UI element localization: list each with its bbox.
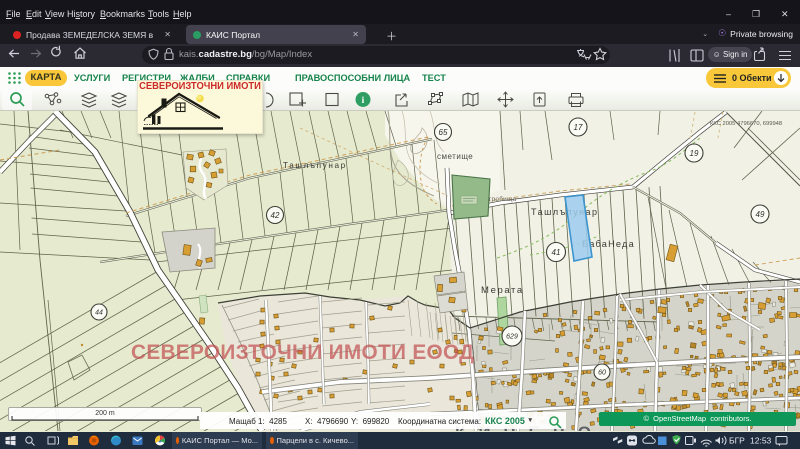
svg-text:629: 629 — [506, 334, 518, 341]
svg-text:Ташлъпунар: Ташлъпунар — [531, 207, 599, 217]
svg-text:49: 49 — [756, 210, 765, 219]
svg-text:44: 44 — [95, 310, 103, 317]
svg-text:сметище: сметище — [437, 152, 473, 161]
svg-text:гробища: гробища — [489, 195, 517, 203]
svg-text:Мерата: Мерата — [481, 285, 524, 296]
svg-text:19: 19 — [690, 149, 699, 158]
svg-text:ККС 2005 4796670, 699948: ККС 2005 4796670, 699948 — [710, 121, 782, 127]
svg-text:17: 17 — [574, 123, 583, 132]
svg-text:41: 41 — [552, 248, 561, 257]
svg-text:42: 42 — [271, 211, 280, 220]
svg-text:Ташлъпунар: Ташлъпунар — [283, 161, 347, 170]
svg-text:65: 65 — [439, 128, 448, 137]
svg-text:СЕВЕРОИЗТОЧНИ ИМОТИ ЕООД: СЕВЕРОИЗТОЧНИ ИМОТИ ЕООД — [131, 341, 474, 364]
svg-text:i: i — [362, 96, 365, 106]
svg-text:БГР: БГР — [729, 436, 745, 446]
svg-text:12:53: 12:53 — [750, 436, 772, 446]
svg-text:60: 60 — [598, 370, 606, 377]
